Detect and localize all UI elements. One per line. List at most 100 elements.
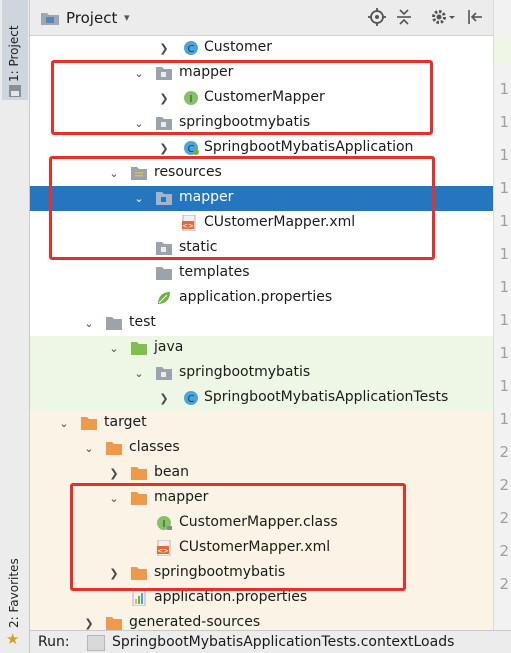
line-number: 1 xyxy=(499,311,509,329)
tree-row-generated-sources[interactable]: ❯ generated-sources xyxy=(30,611,493,630)
chevron-right-icon[interactable]: ❯ xyxy=(108,467,120,480)
project-tree: ❯ C Customer ⌄ mapper ❯ I CustomerMapper… xyxy=(30,36,493,630)
tree-row-application-properties[interactable]: application.properties xyxy=(30,286,493,311)
interface-icon: I xyxy=(184,91,198,105)
chevron-down-icon[interactable]: ⌄ xyxy=(108,342,120,355)
tree-row-customer[interactable]: ❯ C Customer xyxy=(30,36,493,61)
tree-row-springbootmybatis[interactable]: ⌄ springbootmybatis xyxy=(30,111,493,136)
tree-label: CustomerMapper xyxy=(204,89,325,105)
tree-row-springbootmybatisapplication[interactable]: ❯ C SpringbootMybatisApplication xyxy=(30,136,493,161)
tree-row-customermapper-xml[interactable]: <> CUstomerMapper.xml xyxy=(30,211,493,236)
collapse-all-icon[interactable] xyxy=(396,8,412,26)
chevron-down-icon[interactable]: ⌄ xyxy=(83,442,95,455)
chevron-down-icon[interactable]: ⌄ xyxy=(83,317,95,330)
orange-folder-icon xyxy=(106,617,122,630)
svg-text:I: I xyxy=(163,519,166,530)
tree-label: application.properties xyxy=(154,589,308,605)
tree-row-templates[interactable]: templates xyxy=(30,261,493,286)
tree-label: springbootmybatis xyxy=(179,364,311,380)
tree-row-resources[interactable]: ⌄ resources xyxy=(30,161,493,186)
tree-row-target-springbootmybatis[interactable]: ❯ springbootmybatis xyxy=(30,561,493,586)
chevron-down-icon[interactable]: ⌄ xyxy=(133,67,145,80)
test-folder-icon xyxy=(131,342,147,355)
tree-label: mapper xyxy=(179,64,234,80)
tree-row-customermapper[interactable]: ❯ I CustomerMapper xyxy=(30,86,493,111)
tree-row-target-mapper[interactable]: ⌄ mapper xyxy=(30,486,493,511)
orange-folder-icon xyxy=(131,567,147,580)
orange-folder-icon xyxy=(131,467,147,480)
gutter-highlight xyxy=(494,36,511,64)
tree-row-static[interactable]: static xyxy=(30,236,493,261)
chevron-down-icon[interactable]: ⌄ xyxy=(133,367,145,380)
run-tab[interactable]: SpringbootMybatisApplicationTests.contex… xyxy=(112,634,454,650)
chevron-right-icon[interactable]: ❯ xyxy=(108,567,120,580)
tree-label: springbootmybatis xyxy=(154,564,286,580)
folder-icon xyxy=(156,267,172,280)
tree-row-customermapper-class[interactable]: I CustomerMapper.class xyxy=(30,511,493,536)
tree-label: SpringbootMybatisApplication xyxy=(204,139,414,155)
resources-folder-icon xyxy=(131,167,147,180)
run-label: Run: xyxy=(38,634,70,650)
line-number: 2 xyxy=(499,476,509,494)
line-number: 1 xyxy=(499,146,509,164)
tree-label: test xyxy=(129,314,156,330)
chevron-right-icon[interactable]: ❯ xyxy=(158,392,170,405)
tree-row-resources-mapper[interactable]: ⌄ mapper xyxy=(30,186,493,211)
locate-icon[interactable] xyxy=(368,8,386,26)
tree-label: CUstomerMapper.xml xyxy=(204,214,356,230)
class-icon: C xyxy=(184,41,198,55)
tree-row-target-application-properties[interactable]: application.properties xyxy=(30,586,493,611)
line-number: 1 xyxy=(499,410,509,428)
favorites-tab-label[interactable]: 2: Favorites xyxy=(7,558,21,628)
tree-row-target[interactable]: ⌄ target xyxy=(30,411,493,436)
chevron-down-icon[interactable]: ▾ xyxy=(124,11,130,24)
tree-row-classes[interactable]: ⌄ classes xyxy=(30,436,493,461)
hide-panel-icon[interactable] xyxy=(466,8,484,26)
tree-row-bean[interactable]: ❯ bean xyxy=(30,461,493,486)
tree-row-mapper-package[interactable]: ⌄ mapper xyxy=(30,61,493,86)
class-file-icon: I xyxy=(157,516,172,530)
chevron-down-icon[interactable]: ⌄ xyxy=(108,167,120,180)
chevron-right-icon[interactable]: ❯ xyxy=(158,42,170,55)
chevron-right-icon[interactable]: ❯ xyxy=(158,92,170,105)
svg-text:I: I xyxy=(190,94,193,105)
folder-icon xyxy=(106,317,122,330)
project-tab-label[interactable]: 1: Project xyxy=(7,25,21,82)
spring-class-icon: C xyxy=(184,141,199,155)
line-number: 2 xyxy=(499,542,509,560)
tree-row-test[interactable]: ⌄ test xyxy=(30,311,493,336)
tree-label: Customer xyxy=(204,39,273,55)
line-number: 1 xyxy=(499,113,509,131)
tree-label: SpringbootMybatisApplicationTests xyxy=(204,389,449,405)
tree-row-test-java[interactable]: ⌄ java xyxy=(30,336,493,361)
tree-label: generated-sources xyxy=(129,614,261,630)
svg-text:C: C xyxy=(188,394,195,405)
svg-text:<>: <> xyxy=(182,222,194,230)
line-number: 1 xyxy=(499,377,509,395)
chevron-down-icon[interactable]: ⌄ xyxy=(133,117,145,130)
tree-row-target-customermapper-xml[interactable]: <> CUstomerMapper.xml xyxy=(30,536,493,561)
line-number: 2 xyxy=(499,575,509,593)
editor-gutter: 1 1 1 1 1 1 1 1 1 1 1 2 2 2 2 2 xyxy=(493,0,511,630)
tree-row-test-springbootmybatis[interactable]: ⌄ springbootmybatis xyxy=(30,361,493,386)
line-number: 2 xyxy=(499,443,509,461)
gear-icon[interactable] xyxy=(431,8,457,26)
project-header: Project ▾ xyxy=(30,0,493,36)
tree-row-springbootmybatisapplicationtests[interactable]: ❯ C SpringbootMybatisApplicationTests xyxy=(30,386,493,411)
orange-folder-icon xyxy=(81,417,97,430)
properties-bar-icon xyxy=(132,590,146,606)
chevron-down-icon[interactable]: ⌄ xyxy=(133,192,145,205)
line-number: 1 xyxy=(499,80,509,98)
package-icon xyxy=(156,117,172,130)
tree-label: CUstomerMapper.xml xyxy=(179,539,331,555)
orange-folder-icon xyxy=(106,442,122,455)
package-icon xyxy=(156,367,172,380)
chevron-right-icon[interactable]: ❯ xyxy=(83,617,95,630)
class-icon: C xyxy=(184,391,198,405)
project-title[interactable]: Project xyxy=(66,9,117,27)
chevron-right-icon[interactable]: ❯ xyxy=(158,142,170,155)
chevron-down-icon[interactable]: ⌄ xyxy=(108,492,120,505)
chevron-down-icon[interactable]: ⌄ xyxy=(58,417,70,430)
project-folder-icon xyxy=(41,13,59,25)
line-number: 1 xyxy=(499,179,509,197)
